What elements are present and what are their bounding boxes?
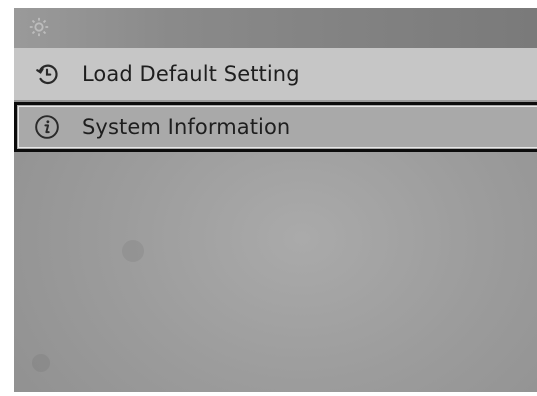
header-bar [14,8,537,48]
menu-item-label: System Information [82,115,291,139]
menu-item-system-information[interactable]: System Information [14,102,537,152]
settings-screen: Load Default Setting System Information [14,8,537,392]
background-spot [32,354,50,372]
menu-item-load-default-setting[interactable]: Load Default Setting [14,48,537,100]
gear-icon [29,17,49,37]
info-icon [35,115,59,139]
menu-item-label: Load Default Setting [82,62,300,86]
restore-icon [36,64,58,85]
background-spot [122,240,144,262]
